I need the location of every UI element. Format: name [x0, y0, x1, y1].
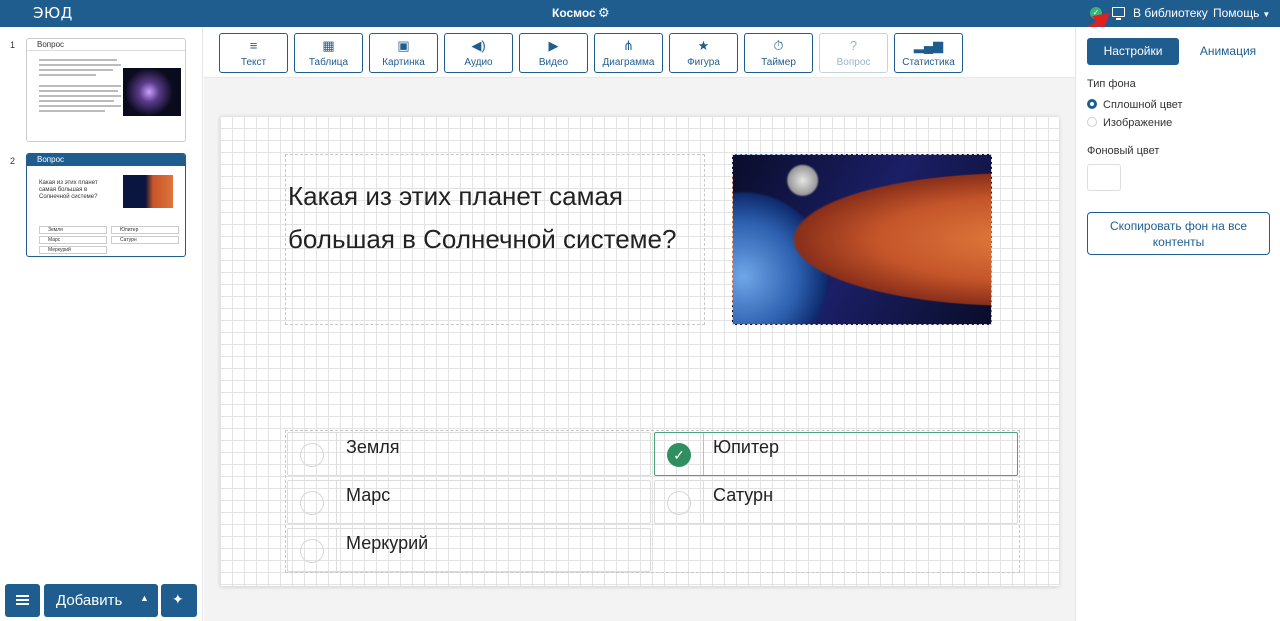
answer-option[interactable]: Земля [287, 432, 651, 476]
answer-option[interactable]: Меркурий [287, 528, 651, 572]
answer-marker [288, 433, 337, 475]
magic-button[interactable]: ✦ [161, 584, 197, 617]
sparkle-icon: ✦ [172, 591, 184, 607]
answer-marker: ✓ [655, 433, 704, 475]
tool-label: Таймер [761, 57, 796, 68]
background-type-label: Тип фона [1087, 78, 1136, 90]
slide-thumbnail-text [39, 59, 121, 115]
background-color-label: Фоновый цвет [1087, 145, 1160, 157]
slide-number: 1 [10, 40, 16, 50]
tool-label: Видео [538, 57, 569, 68]
answer-label: Марс [346, 485, 391, 505]
answer-option[interactable]: Марс [287, 480, 651, 524]
tab-settings[interactable]: Настройки [1087, 38, 1179, 65]
answer-marker [288, 481, 337, 523]
insert-toolbar: ≡ Текст ▦ Таблица ▣ Картинка ◀) Аудио ▶ … [204, 27, 1075, 78]
background-solid-option[interactable]: Сплошной цвет [1087, 99, 1183, 111]
tool-table-button[interactable]: ▦ Таблица [294, 33, 363, 73]
tab-animation[interactable]: Анимация [1186, 38, 1270, 65]
list-icon [16, 595, 29, 605]
caret-up-icon: ▲ [140, 593, 149, 603]
tool-audio-button[interactable]: ◀) Аудио [444, 33, 513, 73]
question-text-block[interactable]: Какая из этих планет самая большая в Сол… [285, 154, 705, 325]
slide-thumbnail-2[interactable]: Вопрос Какая из этих планет самая больша… [26, 153, 186, 257]
radio-icon[interactable] [300, 443, 324, 467]
tool-label: Таблица [308, 57, 349, 68]
tool-timer-button[interactable]: ⏱ Таймер [744, 33, 813, 73]
caret-down-icon: ▼ [1262, 10, 1271, 19]
background-color-picker[interactable] [1087, 164, 1121, 191]
tool-label: Аудио [464, 57, 493, 68]
planets-image[interactable] [732, 154, 992, 325]
text-icon: ≡ [249, 38, 258, 53]
answer-label: Юпитер [713, 437, 780, 457]
app-logo[interactable]: ЭЮД [33, 4, 73, 22]
slide-thumbnail-answer: Меркурий [39, 246, 107, 254]
tool-question-button[interactable]: ? Вопрос [819, 33, 888, 73]
slide-thumbnail-answer: Сатурн [111, 236, 179, 244]
background-image-option[interactable]: Изображение [1087, 117, 1172, 129]
planets-thumbnail-image [123, 175, 173, 208]
properties-panel: Настройки Анимация Тип фона Сплошной цве… [1075, 27, 1280, 621]
slide-list-button[interactable] [5, 584, 40, 617]
bar-chart-icon: ▂▄▆ [913, 38, 944, 53]
answer-marker [288, 529, 337, 571]
slides-panel: 1 Вопрос 2 Вопрос Какая из этих планет с… [0, 27, 203, 621]
slide-thumbnail-header: Вопрос [27, 154, 185, 166]
tool-diagram-button[interactable]: ⋔ Диаграмма [594, 33, 663, 73]
tool-label: Фигура [687, 57, 720, 68]
diagram-icon: ⋔ [623, 38, 634, 53]
image-icon: ▣ [397, 38, 410, 53]
tool-label: Картинка [382, 57, 425, 68]
copy-background-button[interactable]: Скопировать фон на все контенты [1087, 212, 1270, 255]
tool-shape-button[interactable]: ★ Фигура [669, 33, 738, 73]
slide-thumbnail-1[interactable]: Вопрос [26, 38, 186, 142]
answer-label: Меркурий [346, 533, 429, 553]
table-icon: ▦ [322, 38, 335, 53]
answer-marker [655, 481, 704, 523]
timer-icon: ⏱ [773, 38, 784, 53]
question-text: Какая из этих планет самая большая в Сол… [288, 181, 677, 254]
tool-label: Текст [240, 57, 267, 68]
tool-label: Вопрос [836, 57, 871, 68]
tool-statistics-button[interactable]: ▂▄▆ Статистика [894, 33, 963, 73]
question-icon: ? [849, 38, 858, 53]
answer-option[interactable]: Сатурн [654, 480, 1018, 524]
galaxy-thumbnail-image [123, 68, 181, 116]
radio-icon[interactable] [300, 539, 324, 563]
slide-number: 2 [10, 156, 16, 166]
tool-image-button[interactable]: ▣ Картинка [369, 33, 438, 73]
tool-label: Диаграмма [602, 57, 655, 68]
star-icon: ★ [697, 38, 710, 53]
slide-thumbnail-answer: Земля [39, 226, 107, 234]
answer-option-correct[interactable]: ✓ Юпитер [654, 432, 1018, 476]
slide-thumbnail-answer: Марс [39, 236, 107, 244]
answer-label: Земля [346, 437, 400, 457]
add-button[interactable]: Добавить ▲ [44, 584, 158, 617]
gear-icon[interactable]: ⚙ [598, 5, 610, 20]
slide-thumbnail-answer: Юпитер [111, 226, 179, 234]
add-button-label: Добавить [56, 592, 123, 609]
video-icon: ▶ [548, 38, 559, 53]
answer-label: Сатурн [713, 485, 774, 505]
background-image-label: Изображение [1103, 117, 1173, 129]
document-title: Космос [552, 6, 596, 20]
radio-icon[interactable] [667, 491, 691, 515]
tool-text-button[interactable]: ≡ Текст [219, 33, 288, 73]
radio-selected-icon [1087, 99, 1097, 109]
help-menu[interactable]: Помощь ▼ [1213, 6, 1270, 20]
tool-label: Статистика [902, 57, 955, 68]
radio-icon [1087, 117, 1097, 127]
background-solid-label: Сплошной цвет [1103, 99, 1183, 111]
slide-thumbnail-question: Какая из этих планет самая большая в Сол… [39, 180, 98, 200]
library-link[interactable]: В библиотеку [1133, 6, 1208, 20]
tool-video-button[interactable]: ▶ Видео [519, 33, 588, 73]
help-menu-label: Помощь [1213, 6, 1260, 20]
radio-icon[interactable] [300, 491, 324, 515]
checkmark-icon[interactable]: ✓ [667, 443, 691, 467]
slide-thumbnail-header: Вопрос [27, 39, 185, 51]
audio-icon: ◀) [471, 38, 486, 53]
